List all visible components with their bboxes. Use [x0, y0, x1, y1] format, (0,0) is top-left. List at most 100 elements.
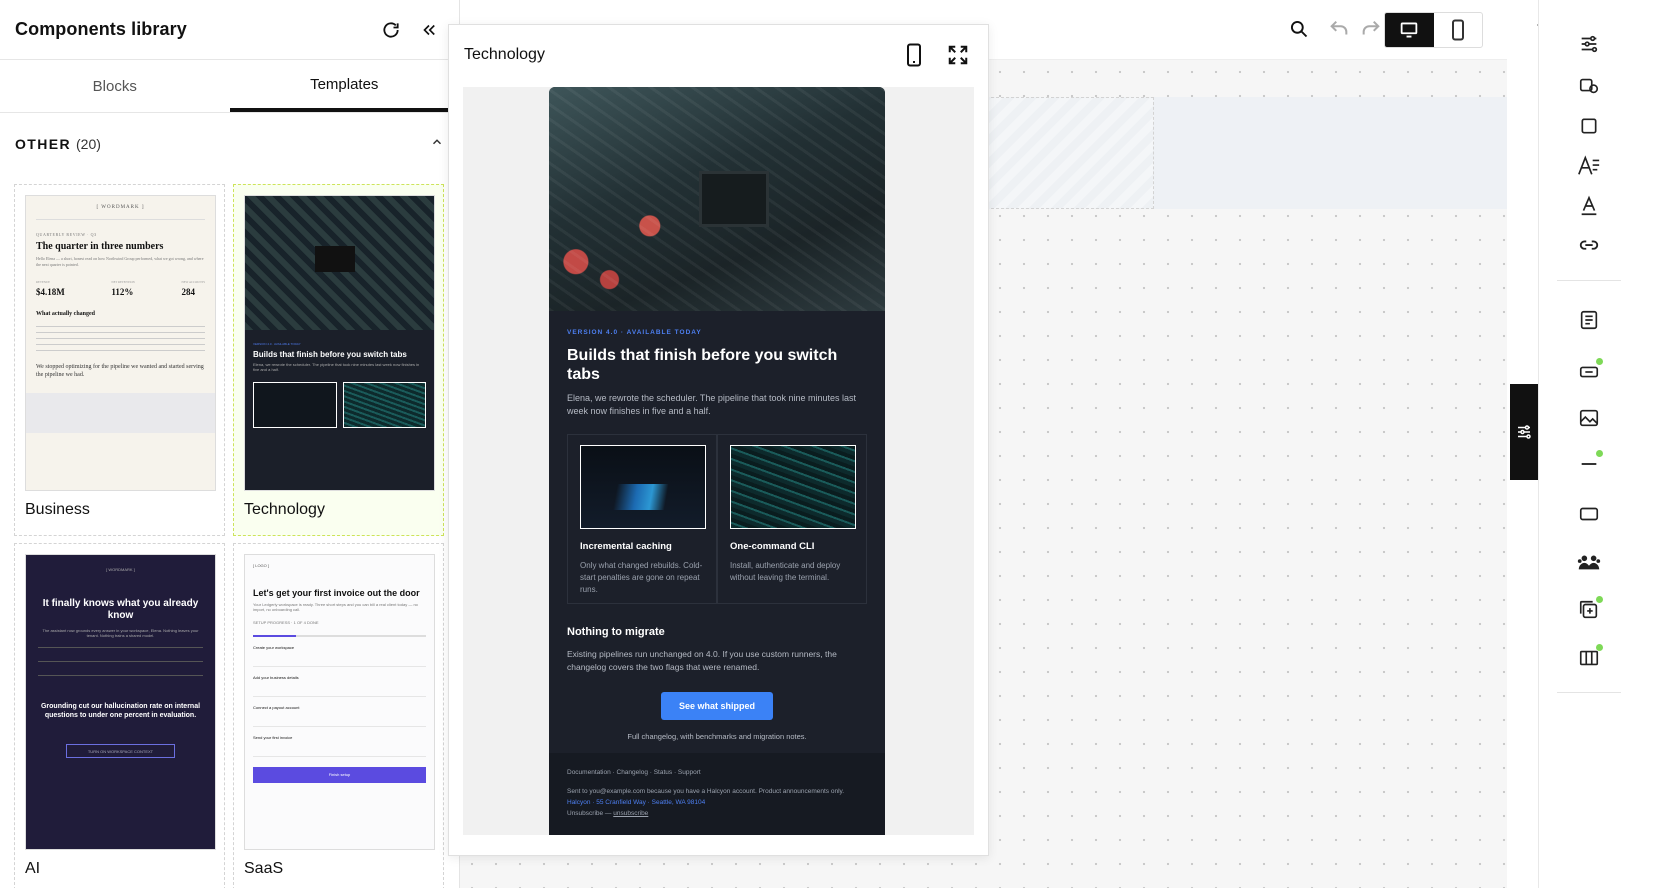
feature-image	[580, 445, 706, 529]
hero-image	[549, 87, 885, 311]
toolbar-divider	[1557, 692, 1621, 693]
template-name: Technology	[244, 501, 325, 518]
mobile-view-button[interactable]	[1434, 13, 1483, 47]
thumb-title: It finally knows what you already know	[42, 598, 199, 621]
panel-header: Components library	[0, 0, 459, 60]
template-preview-modal: Technology VERSION 4.0 · AVAILABLE TODAY…	[448, 24, 989, 856]
empty-block-placeholder[interactable]	[976, 97, 1154, 209]
border-icon[interactable]	[1569, 106, 1609, 146]
thumb-wordmark: [ WORDMARK ]	[106, 567, 135, 572]
email-tag: VERSION 4.0 · AVAILABLE TODAY	[567, 329, 702, 336]
feature-row: Incremental caching Only what changed re…	[567, 434, 867, 604]
link-icon[interactable]	[1569, 226, 1609, 266]
paint-bucket-icon[interactable]	[1569, 66, 1609, 106]
right-toolbar	[1538, 0, 1663, 888]
thumb-hero-image	[245, 196, 434, 330]
section-header-other[interactable]: OTHER (20)	[0, 113, 459, 175]
email-preview: VERSION 4.0 · AVAILABLE TODAY Builds tha…	[549, 87, 885, 835]
thumb-intro: Hello Elena — a short, honest read on ho…	[36, 256, 204, 267]
email-lead: Elena, we rewrote the scheduler. The pip…	[567, 393, 857, 416]
device-switcher	[1384, 12, 1483, 48]
refresh-icon[interactable]	[376, 15, 406, 45]
text-block-icon[interactable]	[1569, 300, 1609, 340]
feature-card: One-command CLI Install, authenticate an…	[717, 434, 867, 604]
section-count: (20)	[76, 136, 101, 152]
footer-unsubscribe: Unsubscribe — unsubscribe	[567, 808, 867, 819]
unsubscribe-link[interactable]: unsubscribe	[613, 810, 648, 817]
settings-panel-toggle[interactable]	[1510, 384, 1538, 480]
feature-card: Incremental caching Only what changed re…	[567, 434, 717, 604]
social-block-icon[interactable]	[1569, 542, 1609, 582]
typography-icon[interactable]	[1569, 146, 1609, 186]
footer-links[interactable]: Documentation · Changelog · Status · Sup…	[567, 767, 867, 778]
thumb-eyebrow: QUARTERLY REVIEW · Q3	[36, 232, 97, 237]
thumb-step: Send your first invoice	[253, 727, 426, 757]
template-card-technology[interactable]: VERSION 4.0 · AVAILABLE TODAY Builds tha…	[233, 184, 444, 536]
library-tabs: Blocks Templates	[0, 60, 459, 113]
chevron-up-icon[interactable]	[430, 135, 444, 154]
search-icon[interactable]	[1284, 14, 1314, 44]
thumb-lead: The assistant now grounds every answer i…	[42, 628, 199, 638]
divider-block-icon[interactable]	[1569, 444, 1609, 484]
thumb-logo: [ LOGO ]	[253, 563, 270, 568]
template-name: AI	[25, 860, 41, 877]
section-text: Existing pipelines run unchanged on 4.0.…	[567, 649, 837, 672]
thumb-num-value: $4.18M	[36, 287, 65, 297]
columns-icon[interactable]	[1569, 638, 1609, 678]
preview-title: Technology	[464, 46, 545, 63]
thumb-progress-label: SETUP PROGRESS · 1 OF 4 DONE	[253, 620, 319, 625]
mobile-preview-icon[interactable]	[899, 40, 929, 70]
image-block-icon[interactable]	[1569, 398, 1609, 438]
thumb-num-value: 112%	[111, 287, 134, 297]
footer-address: Halcyon · 55 Cranfield Way · Seattle, WA…	[567, 799, 706, 806]
add-section-icon[interactable]	[1569, 590, 1609, 630]
undo-icon[interactable]	[1324, 14, 1354, 44]
button-block-icon[interactable]	[1569, 352, 1609, 392]
template-card-saas[interactable]: [ LOGO ] Let's get your first invoice ou…	[233, 543, 444, 888]
thumb-divider	[38, 661, 203, 666]
cta-note: Full changelog, with benchmarks and migr…	[627, 732, 807, 741]
sliders-icon[interactable]	[1569, 24, 1609, 64]
tab-templates[interactable]: Templates	[229, 60, 459, 112]
cta-button[interactable]: See what shipped	[661, 692, 773, 720]
preview-stage: VERSION 4.0 · AVAILABLE TODAY Builds tha…	[463, 87, 974, 835]
feature-image	[730, 445, 856, 529]
toolbar-divider	[1557, 280, 1621, 281]
email-headline: Builds that finish before you switch tab…	[567, 347, 838, 383]
template-thumbnail: [ LOGO ] Let's get your first invoice ou…	[244, 554, 435, 850]
thumb-num-label: NET RETENTION	[111, 280, 135, 284]
thumb-tag: VERSION 4.0 · AVAILABLE TODAY	[253, 342, 301, 346]
thumb-numbers: REVENUE $4.18M NET RETENTION 112% NEW ACCO…	[36, 280, 205, 297]
desktop-view-button[interactable]	[1385, 13, 1434, 47]
redo-icon[interactable]	[1356, 14, 1386, 44]
template-thumbnail: [ WORDMARK ] QUARTERLY REVIEW · Q3 The q…	[25, 195, 216, 491]
editor-app: Components library Blocks Templates OTHE…	[0, 0, 1663, 888]
panel-title: Components library	[15, 19, 187, 39]
collapse-panel-icon[interactable]	[414, 15, 444, 45]
thumb-button: Finish setup	[253, 767, 426, 783]
template-card-business[interactable]: [ WORDMARK ] QUARTERLY REVIEW · Q3 The q…	[14, 184, 225, 536]
thumb-divider	[38, 675, 203, 680]
template-thumbnail: [ WORDMARK ] It finally knows what you a…	[25, 554, 216, 850]
thumb-num-label: NEW ACCOUNTS	[181, 280, 205, 284]
text-color-icon[interactable]	[1569, 186, 1609, 226]
status-dot	[1596, 644, 1603, 651]
template-card-ai[interactable]: [ WORDMARK ] It finally knows what you a…	[14, 543, 225, 888]
feature-text: Install, authenticate and deploy without…	[730, 561, 841, 582]
thumb-lead: Elena, we rewrote the scheduler. The pip…	[253, 362, 420, 372]
components-library-panel: Components library Blocks Templates OTHE…	[0, 0, 460, 888]
tab-blocks[interactable]: Blocks	[0, 60, 230, 112]
fullscreen-icon[interactable]	[943, 40, 973, 70]
template-name: SaaS	[244, 860, 284, 877]
email-footer: Documentation · Changelog · Status · Sup…	[549, 753, 885, 835]
spacer-block-icon[interactable]	[1569, 494, 1609, 534]
thumb-num-value: 284	[181, 287, 195, 297]
status-dot	[1596, 450, 1603, 457]
thumb-wordmark: [ WORDMARK ]	[36, 205, 205, 220]
thumb-title: Builds that finish before you switch tab…	[253, 350, 407, 359]
section-heading: Nothing to migrate	[567, 626, 665, 638]
thumb-footer	[26, 393, 215, 433]
template-thumbnail: VERSION 4.0 · AVAILABLE TODAY Builds tha…	[244, 195, 435, 491]
status-dot	[1596, 596, 1603, 603]
thumb-subheading: What actually changed	[36, 311, 96, 317]
